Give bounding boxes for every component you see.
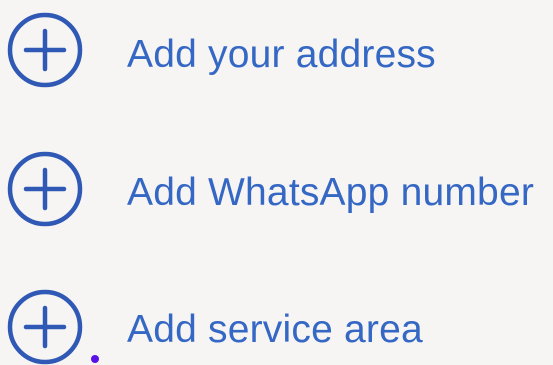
add-address-label[interactable]: Add your address — [127, 35, 436, 74]
add-whatsapp-label[interactable]: Add WhatsApp number — [127, 173, 534, 212]
plus-circle-icon[interactable] — [2, 7, 88, 93]
add-service-area-label[interactable]: Add service area — [127, 310, 423, 349]
add-service-area-row[interactable]: Add service area — [0, 282, 553, 365]
plus-circle-icon[interactable] — [2, 146, 88, 232]
cursor-dot — [91, 355, 99, 363]
add-whatsapp-row[interactable]: Add WhatsApp number — [0, 144, 553, 234]
add-address-row[interactable]: Add your address — [0, 5, 553, 95]
plus-circle-icon[interactable] — [2, 284, 88, 365]
